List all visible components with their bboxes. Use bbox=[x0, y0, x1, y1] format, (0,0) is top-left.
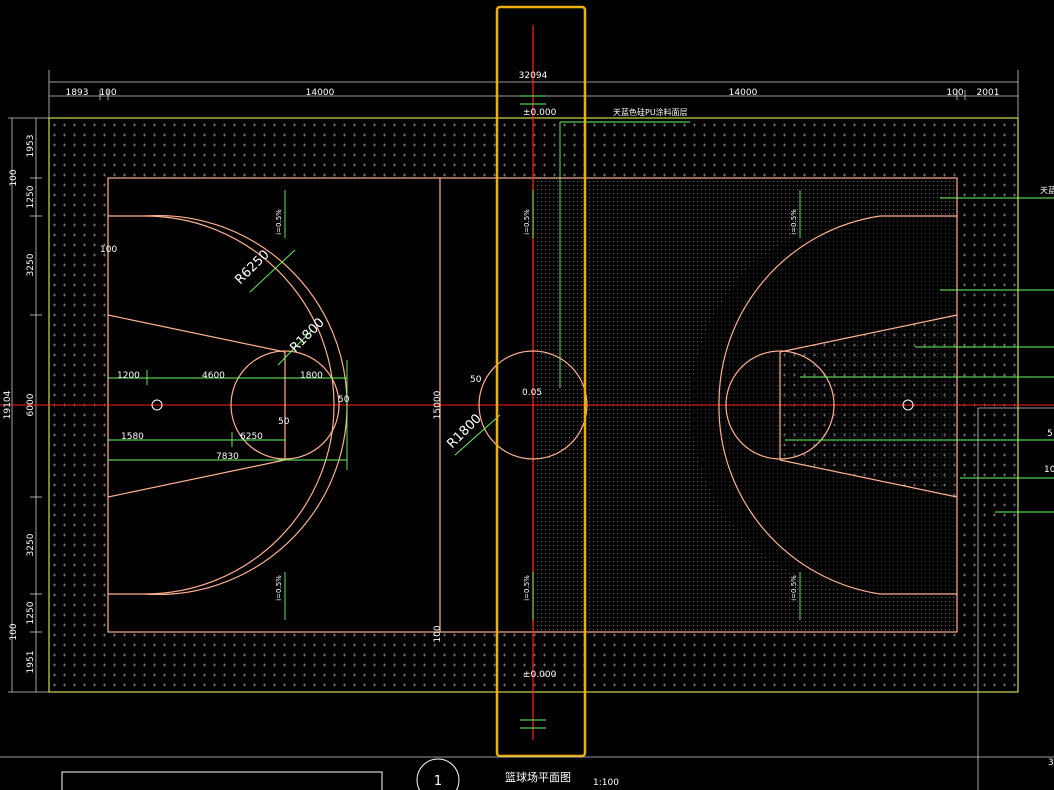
left-dim-1953: 1953 bbox=[26, 135, 36, 158]
court-width-dim: 15000 bbox=[433, 390, 443, 419]
elevation-bottom: ±0.000 bbox=[523, 670, 557, 680]
slope-center-top: i=0.5% bbox=[523, 209, 531, 235]
slope-center-bottom: i=0.5% bbox=[523, 575, 531, 601]
dim-1800: 1800 bbox=[300, 371, 323, 381]
drawing-title: 篮球场平面图 bbox=[505, 770, 571, 784]
bottom-dim-100: 100 bbox=[433, 625, 443, 642]
dim-6250: 6250 bbox=[240, 432, 263, 442]
slope-right-bottom: i=0.5% bbox=[790, 575, 798, 601]
left-dim-6000: 6000 bbox=[26, 393, 36, 416]
dim-1580: 1580 bbox=[121, 432, 144, 442]
top-dim-2001: 2001 bbox=[977, 88, 1000, 98]
slope-right-top: i=0.5% bbox=[790, 209, 798, 235]
title-block-box bbox=[61, 771, 383, 790]
slope-left-top: i=0.5% bbox=[275, 209, 283, 235]
key-label-100: 100 bbox=[100, 245, 117, 255]
left-dim-100-bottom: 100 bbox=[9, 623, 19, 640]
dim-1200: 1200 bbox=[117, 371, 140, 381]
left-dim-1250-top: 1250 bbox=[26, 185, 36, 208]
top-dim-100-right: 100 bbox=[946, 88, 963, 98]
slope-left-bottom: i=0.5% bbox=[275, 575, 283, 601]
left-dim-1951: 1951 bbox=[26, 651, 36, 674]
left-dim-3250-top: 3250 bbox=[26, 253, 36, 276]
elevation-top: ±0.000 bbox=[523, 108, 557, 118]
dim-50-ft: 50 bbox=[278, 417, 290, 427]
overall-width-dim: 32094 bbox=[519, 71, 548, 81]
dim-7830: 7830 bbox=[216, 452, 239, 462]
side-label-5: 5 bbox=[1047, 429, 1053, 439]
right-edge-note: 天蓝 bbox=[1040, 185, 1054, 195]
left-dim-3250-bottom: 3250 bbox=[26, 533, 36, 556]
left-total-dim: 19104 bbox=[3, 390, 13, 419]
left-dim-100-top: 100 bbox=[9, 169, 19, 186]
left-dim-1250-bottom: 1250 bbox=[26, 601, 36, 624]
center-note-005: 0.05 bbox=[522, 388, 542, 398]
drawing-scale: 1:100 bbox=[593, 778, 619, 788]
center-50: 50 bbox=[470, 375, 482, 385]
top-dim-1893: 1893 bbox=[66, 88, 89, 98]
side-label-10: 10 bbox=[1044, 465, 1054, 475]
cad-drawing-canvas[interactable]: 32094 1893 100 14000 14000 100 2001 1910… bbox=[0, 0, 1054, 790]
side-label-3: 3 bbox=[1048, 758, 1054, 768]
top-dim-100-left: 100 bbox=[99, 88, 116, 98]
dim-50-arc: 50 bbox=[338, 395, 350, 405]
title-number: 1 bbox=[434, 774, 442, 789]
top-dim-14000-left: 14000 bbox=[306, 88, 335, 98]
top-dim-14000-right: 14000 bbox=[729, 88, 758, 98]
dim-4600: 4600 bbox=[202, 371, 225, 381]
material-note: 天蓝色硅PU涂料面层 bbox=[613, 107, 688, 117]
